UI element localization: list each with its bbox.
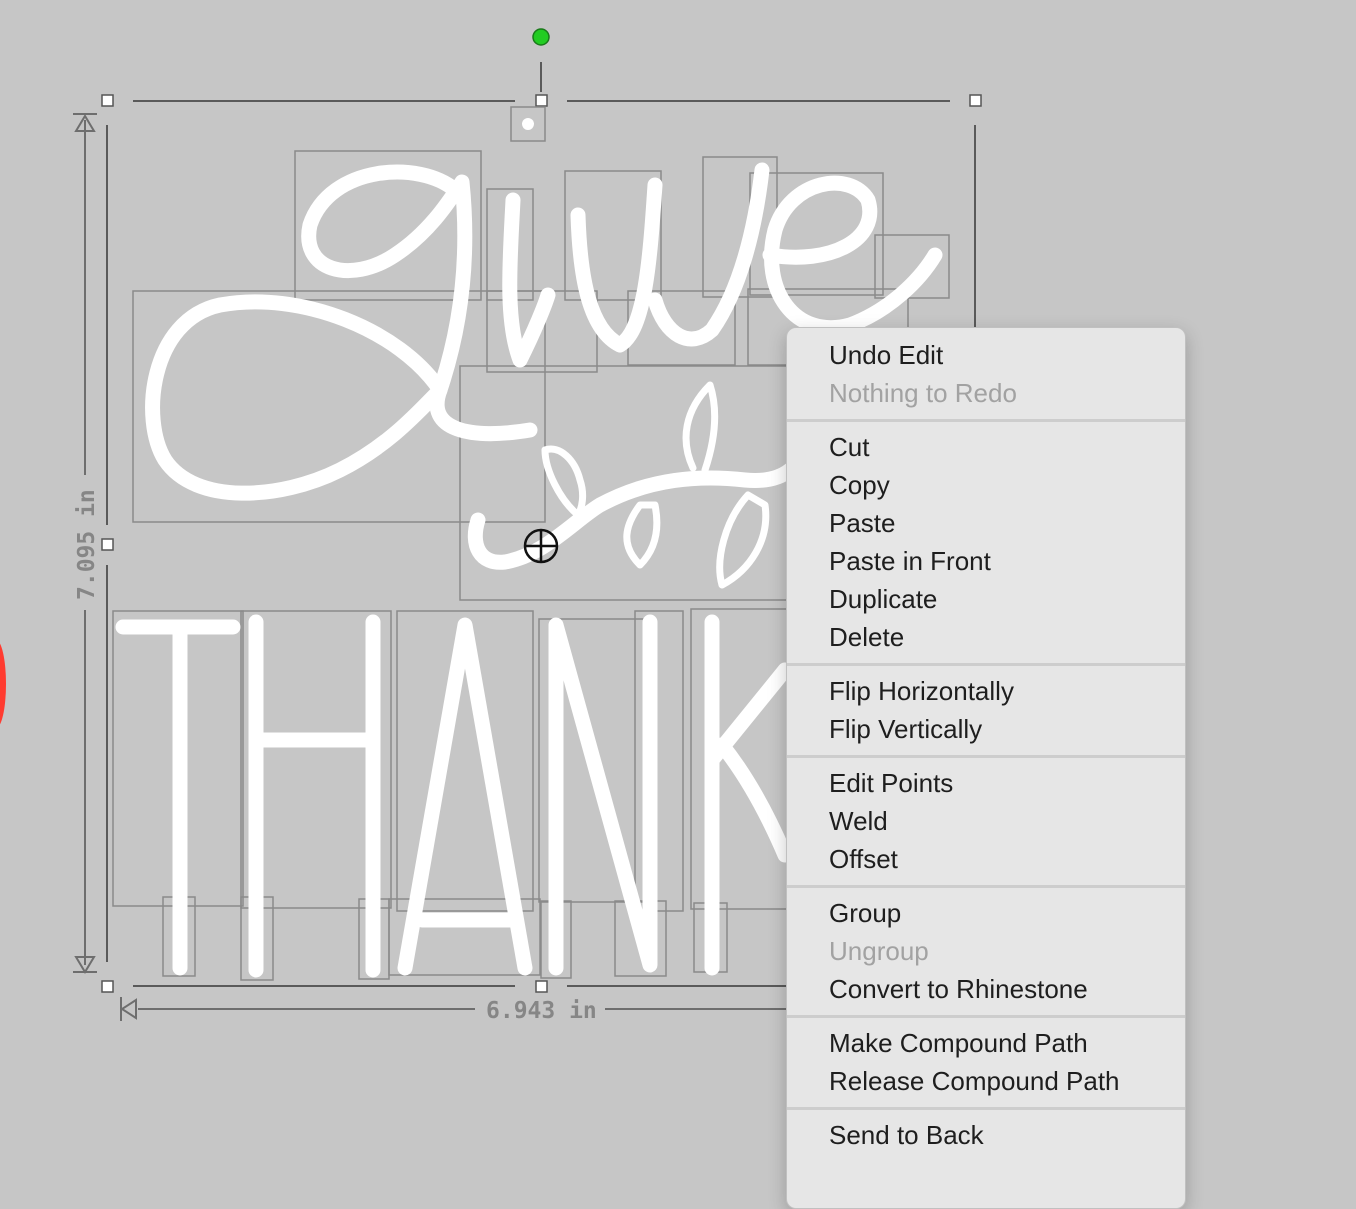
rotation-center-dot	[522, 118, 534, 130]
menu-item-duplicate[interactable]: Duplicate	[787, 580, 1185, 618]
letter-v-right	[647, 162, 770, 347]
menu-item-delete[interactable]: Delete	[787, 618, 1185, 656]
crosshair-cursor-icon	[523, 528, 559, 564]
menu-group: Send to Back	[787, 1110, 1185, 1161]
menu-item-weld[interactable]: Weld	[787, 802, 1185, 840]
letter-g-top	[301, 164, 538, 442]
leaf-4	[716, 491, 770, 589]
handle-top-center	[535, 94, 548, 107]
letter-g-loop	[145, 294, 448, 501]
handle-bottom-left	[101, 980, 114, 993]
handle-bottom-center	[535, 980, 548, 993]
menu-group: Edit Points Weld Offset	[787, 758, 1185, 885]
leaf-1	[541, 445, 587, 519]
menu-item-flip-horizontally[interactable]: Flip Horizontally	[787, 672, 1185, 710]
letter-i	[502, 192, 556, 368]
menu-group: Cut Copy Paste Paste in Front Duplicate Delet…	[787, 422, 1185, 663]
menu-item-cut[interactable]: Cut	[787, 428, 1185, 466]
menu-group: Make Compound Path Release Compound Path	[787, 1018, 1185, 1107]
menu-item-make-compound-path[interactable]: Make Compound Path	[787, 1024, 1185, 1062]
leaf-3	[682, 381, 719, 474]
handle-top-right	[969, 94, 982, 107]
menu-item-copy[interactable]: Copy	[787, 466, 1185, 504]
letter-N	[548, 614, 658, 976]
menu-item-group[interactable]: Group	[787, 894, 1185, 932]
leaf-2	[623, 501, 661, 569]
height-dimension-label: 7.095 in	[74, 489, 100, 600]
menu-item-undo-edit[interactable]: Undo Edit	[787, 336, 1185, 374]
width-dimension-label: 6.943 in	[486, 998, 597, 1024]
menu-item-edit-points[interactable]: Edit Points	[787, 764, 1185, 802]
menu-group: Undo Edit Nothing to Redo	[787, 328, 1185, 419]
rotation-handle[interactable]	[532, 28, 550, 46]
menu-group: Group Ungroup Convert to Rhinestone	[787, 888, 1185, 1015]
letter-K-leg	[714, 737, 793, 863]
handle-middle-left	[101, 538, 114, 551]
handle-top-left	[101, 94, 114, 107]
menu-item-offset[interactable]: Offset	[787, 840, 1185, 878]
menu-group: Flip Horizontally Flip Vertically	[787, 666, 1185, 755]
width-dimension	[120, 997, 790, 1021]
menu-item-release-compound-path[interactable]: Release Compound Path	[787, 1062, 1185, 1100]
letter-v-left	[570, 177, 663, 353]
menu-item-flip-vertically[interactable]: Flip Vertically	[787, 710, 1185, 748]
letter-e	[762, 175, 943, 336]
menu-item-paste[interactable]: Paste	[787, 504, 1185, 542]
menu-item-convert-to-rhinestone[interactable]: Convert to Rhinestone	[787, 970, 1185, 1008]
menu-item-nothing-to-redo: Nothing to Redo	[829, 378, 1017, 408]
menu-item-paste-in-front[interactable]: Paste in Front	[787, 542, 1185, 580]
context-menu: Undo Edit Nothing to Redo Cut Copy Paste Past…	[786, 327, 1186, 1209]
menu-item-ungroup: Ungroup	[829, 936, 929, 966]
menu-item-send-to-back[interactable]: Send to Back	[787, 1116, 1185, 1154]
